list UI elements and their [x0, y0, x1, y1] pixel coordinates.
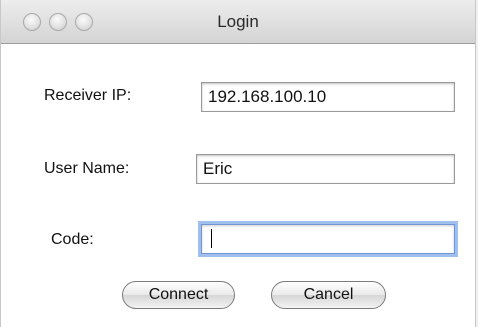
connect-button[interactable]: Connect	[122, 281, 235, 309]
code-field[interactable]	[201, 224, 455, 254]
receiver-ip-field[interactable]	[201, 82, 455, 112]
window-title: Login	[217, 12, 259, 31]
user-name-label: User Name:	[44, 160, 130, 177]
cancel-button[interactable]: Cancel	[271, 281, 386, 309]
receiver-ip-label: Receiver IP:	[44, 87, 132, 104]
user-name-field[interactable]	[196, 154, 455, 184]
title-bar[interactable]: Login	[1, 0, 475, 44]
text-caret	[211, 229, 212, 248]
login-dialog: Login Receiver IP: User Name: Code: Conn…	[0, 0, 476, 327]
code-label: Code:	[51, 231, 94, 248]
